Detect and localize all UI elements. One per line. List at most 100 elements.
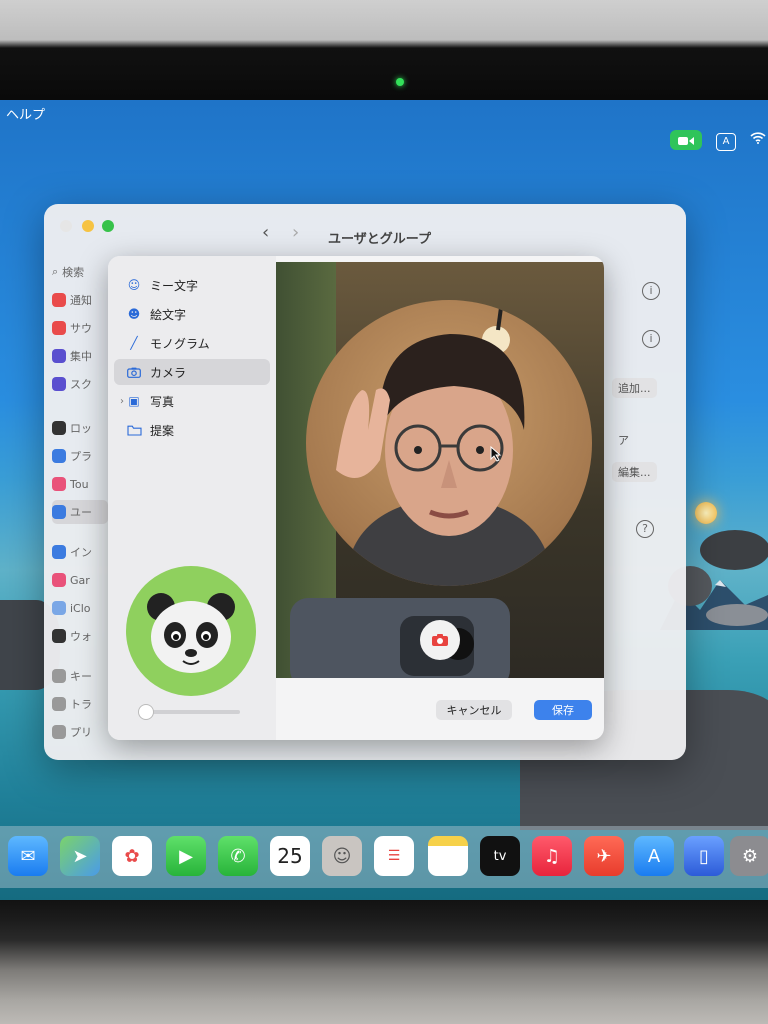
picker-item-memoji[interactable]: ☺ ミー文字 bbox=[114, 272, 270, 298]
photos-icon: ▣ bbox=[128, 394, 140, 408]
phone-camera-icon bbox=[400, 616, 474, 676]
phone-icon[interactable]: ✆ bbox=[218, 836, 258, 876]
music-icon[interactable]: ♫ bbox=[532, 836, 572, 876]
sidebar-item-lock-screen[interactable]: ロッ bbox=[52, 416, 108, 440]
sidebar-item-icloud[interactable]: iClo bbox=[52, 596, 108, 620]
contacts-icon[interactable]: ☺ bbox=[322, 836, 362, 876]
wallpaper-rock bbox=[706, 604, 768, 626]
screen-time-icon bbox=[52, 377, 66, 391]
sidebar-item-screen-time[interactable]: スク bbox=[52, 372, 108, 396]
panda-memoji-icon bbox=[147, 593, 235, 673]
game-center-icon bbox=[52, 573, 66, 587]
trackpad-icon bbox=[52, 697, 66, 711]
wallpaper-sun bbox=[695, 502, 717, 524]
sidebar-item-trackpad[interactable]: トラ bbox=[52, 692, 108, 716]
fingerprint-icon bbox=[52, 477, 66, 491]
sidebar-item-wallet[interactable]: ウォ bbox=[52, 624, 108, 648]
sidebar-item-touch-id[interactable]: Tou bbox=[52, 472, 108, 496]
user-face-photo bbox=[336, 300, 552, 586]
menu-help[interactable]: ヘルプ bbox=[6, 104, 45, 123]
wifi-icon[interactable] bbox=[750, 132, 766, 148]
focus-icon bbox=[52, 349, 66, 363]
sidebar-item-printers[interactable]: プリ bbox=[52, 720, 108, 744]
phone-in-hand bbox=[290, 598, 510, 678]
at-icon bbox=[52, 545, 66, 559]
cancel-button[interactable]: キャンセル bbox=[436, 700, 512, 720]
input-source-indicator[interactable]: A bbox=[716, 133, 736, 151]
folder-icon bbox=[126, 422, 142, 438]
notes-icon[interactable] bbox=[428, 836, 468, 876]
photos-app-icon[interactable]: ✿ bbox=[112, 836, 152, 876]
save-button[interactable]: 保存 bbox=[534, 700, 592, 720]
sidebar-item-notifications[interactable]: 通知 bbox=[52, 288, 108, 312]
sound-icon bbox=[52, 321, 66, 335]
window-minimize-button[interactable] bbox=[82, 220, 94, 232]
popup-selector[interactable]: ア bbox=[612, 430, 635, 450]
pencil-icon: ╱ bbox=[130, 336, 138, 350]
help-button[interactable]: ? bbox=[636, 520, 654, 538]
sidebar-item-focus[interactable]: 集中 bbox=[52, 344, 108, 368]
picker-sidebar: ☺ ミー文字 ☻ 絵文字 ╱ モノグラム カメラ › ▣ 写真 提案 bbox=[108, 256, 276, 740]
window-zoom-button[interactable] bbox=[102, 220, 114, 232]
window-close-button[interactable] bbox=[60, 220, 72, 232]
system-settings-icon[interactable]: ⚙ bbox=[730, 836, 768, 876]
calendar-day: 25 bbox=[277, 844, 303, 868]
video-camera-icon bbox=[678, 131, 694, 150]
sidebar-item-keyboard[interactable]: キー bbox=[52, 664, 108, 688]
printer-icon bbox=[52, 725, 66, 739]
laptop-bezel-top bbox=[0, 0, 768, 100]
info-button[interactable]: i bbox=[642, 282, 660, 300]
forward-chevron-icon[interactable]: › bbox=[292, 222, 299, 243]
picker-footer: キャンセル 保存 bbox=[276, 686, 604, 740]
disclosure-chevron-icon[interactable]: › bbox=[120, 396, 124, 407]
mouse-pointer-icon bbox=[490, 446, 502, 462]
iphone-mirroring-icon[interactable]: ▯ bbox=[684, 836, 724, 876]
picker-item-camera[interactable]: カメラ bbox=[114, 359, 270, 385]
laptop-bezel-bottom bbox=[0, 900, 768, 1024]
notifications-icon bbox=[52, 293, 66, 307]
picker-item-photos[interactable]: › ▣ 写真 bbox=[114, 388, 270, 414]
cloud-icon bbox=[52, 601, 66, 615]
status-camera-in-use[interactable] bbox=[670, 130, 702, 150]
sidebar-item-users[interactable]: ユー bbox=[52, 500, 108, 524]
back-chevron-icon[interactable]: ‹ bbox=[262, 222, 269, 243]
camera-preview bbox=[276, 262, 604, 678]
edit-button[interactable]: 編集... bbox=[612, 462, 657, 482]
mail-icon[interactable]: ✉ bbox=[8, 836, 48, 876]
search-icon: ⌕ bbox=[52, 265, 59, 278]
picture-picker-sheet: ☺ ミー文字 ☻ 絵文字 ╱ モノグラム カメラ › ▣ 写真 提案 キャンセル… bbox=[108, 256, 604, 740]
search-placeholder: 検索 bbox=[62, 266, 85, 279]
hand-icon bbox=[52, 449, 66, 463]
zoom-slider-track[interactable] bbox=[144, 710, 240, 714]
wallpaper-rock bbox=[700, 530, 768, 570]
calendar-icon[interactable]: 25 bbox=[270, 836, 310, 876]
camera-shutter-icon bbox=[432, 634, 448, 646]
picker-item-suggestions[interactable]: 提案 bbox=[114, 417, 270, 443]
facetime-icon[interactable]: ▶ bbox=[166, 836, 206, 876]
zoom-slider-knob[interactable] bbox=[138, 704, 154, 720]
maps-icon[interactable]: ➤ bbox=[60, 836, 100, 876]
take-photo-button[interactable] bbox=[420, 620, 460, 660]
users-icon bbox=[52, 505, 66, 519]
wallet-icon bbox=[52, 629, 66, 643]
launchpad-icon[interactable]: ✈ bbox=[584, 836, 624, 876]
sidebar-item-game-center[interactable]: Gar bbox=[52, 568, 108, 592]
sidebar-item-privacy[interactable]: プラ bbox=[52, 444, 108, 468]
sidebar-search-field[interactable]: ⌕ 検索 bbox=[52, 260, 108, 284]
reminders-icon[interactable]: ☰ bbox=[374, 836, 414, 876]
picker-item-emoji[interactable]: ☻ 絵文字 bbox=[114, 301, 270, 327]
picker-item-monogram[interactable]: ╱ モノグラム bbox=[114, 330, 270, 356]
info-button[interactable]: i bbox=[642, 330, 660, 348]
camera-indicator-light bbox=[396, 78, 404, 86]
lock-icon bbox=[52, 421, 66, 435]
emoji-icon: ☻ bbox=[127, 307, 141, 321]
avatar-preview bbox=[126, 566, 256, 696]
app-store-icon[interactable]: A bbox=[634, 836, 674, 876]
add-button[interactable]: 追加... bbox=[612, 378, 657, 398]
crop-circle[interactable] bbox=[306, 300, 592, 586]
memoji-icon: ☺ bbox=[127, 278, 141, 292]
tv-icon[interactable]: tv bbox=[480, 836, 520, 876]
camera-icon bbox=[126, 364, 142, 380]
sidebar-item-sound[interactable]: サウ bbox=[52, 316, 108, 340]
sidebar-item-internet-accounts[interactable]: イン bbox=[52, 540, 108, 564]
